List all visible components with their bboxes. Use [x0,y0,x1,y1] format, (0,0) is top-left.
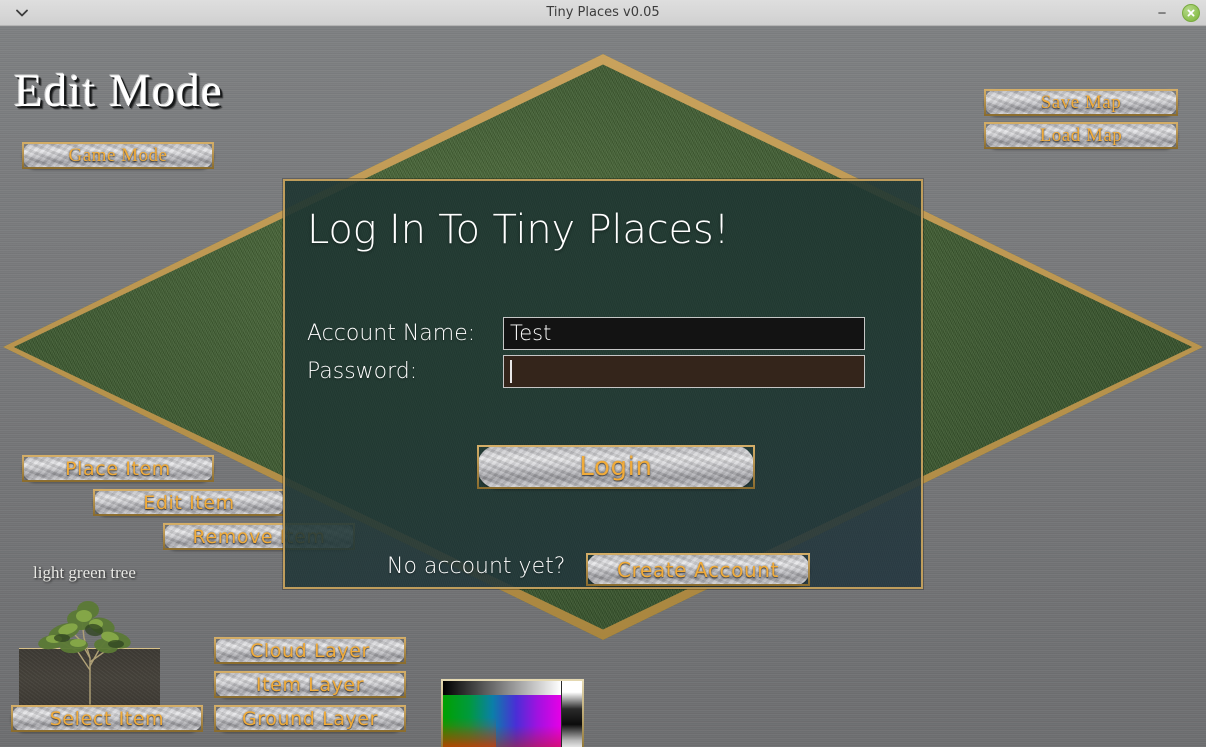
account-name-value: Test [510,321,552,345]
select-item-label: Select Item [49,707,165,730]
page-title: Edit Mode [14,65,223,117]
cloud-layer-button[interactable]: Cloud Layer [214,637,406,664]
place-item-button[interactable]: Place Item [22,455,214,482]
password-input[interactable] [503,355,865,388]
place-item-label: Place Item [65,457,171,480]
save-map-button[interactable]: Save Map [984,89,1178,116]
edit-item-label: Edit Item [143,491,235,514]
color-picker-value-slider[interactable] [561,681,582,747]
login-dialog-title: Log In To Tiny Places! [307,207,730,253]
create-account-label: Create Account [617,557,779,582]
login-button-label: Login [579,452,653,482]
password-row: Password: [307,355,887,388]
color-picker-overlay-warm [443,695,497,747]
save-map-label: Save Map [1040,91,1122,113]
color-picker-gradient[interactable] [443,695,561,747]
item-layer-label: Item Layer [255,673,365,696]
color-picker[interactable] [441,679,584,747]
window-titlebar: Tiny Places v0.05 − [0,0,1206,26]
color-picker-gray-strip[interactable] [443,681,561,695]
no-account-text: No account yet? [387,554,566,579]
window-controls: − [1154,0,1200,26]
ground-layer-button[interactable]: Ground Layer [214,705,406,732]
select-item-button[interactable]: Select Item [11,705,203,732]
chevron-down-icon[interactable] [14,6,30,20]
text-caret [510,360,512,383]
edit-item-button[interactable]: Edit Item [93,489,285,516]
account-name-input[interactable]: Test [503,317,865,350]
minimize-button[interactable]: − [1154,5,1170,21]
ground-layer-label: Ground Layer [241,707,379,730]
game-mode-button[interactable]: Game Mode [22,142,214,169]
game-mode-label: Game Mode [68,144,168,166]
close-icon[interactable] [1182,4,1200,22]
color-picker-field[interactable] [443,681,561,747]
account-name-row: Account Name: Test [307,317,887,350]
password-label: Password: [307,359,418,384]
load-map-label: Load Map [1039,124,1123,146]
window-title: Tiny Places v0.05 [546,5,660,20]
load-map-button[interactable]: Load Map [984,122,1178,149]
selected-item-label: light green tree [33,563,136,582]
account-name-label: Account Name: [307,321,476,346]
login-button[interactable]: Login [477,445,755,489]
login-dialog: Log In To Tiny Places! Account Name: Tes… [283,179,923,589]
create-account-button[interactable]: Create Account [586,553,810,586]
cloud-layer-label: Cloud Layer [250,639,370,662]
item-layer-button[interactable]: Item Layer [214,671,406,698]
game-viewport[interactable]: Edit Mode Game Mode Save Map Load Map Pl… [0,26,1206,747]
